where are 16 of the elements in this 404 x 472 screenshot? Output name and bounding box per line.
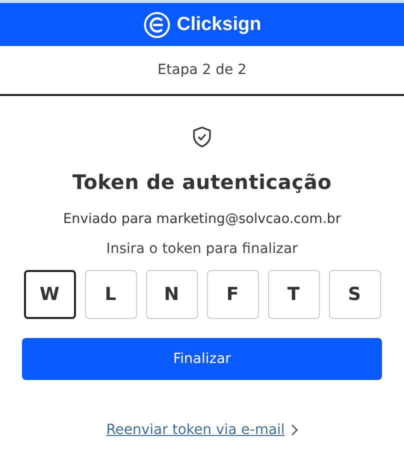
- token-input-field[interactable]: N: [146, 270, 198, 319]
- token-input-field[interactable]: W: [24, 270, 76, 319]
- token-input-field[interactable]: T: [268, 270, 320, 319]
- page-title: Token de autenticação: [72, 170, 332, 194]
- token-input-field[interactable]: S: [328, 270, 380, 319]
- resend-link[interactable]: Reenviar token via e-mail: [106, 422, 285, 438]
- shield-check-icon: [192, 126, 212, 148]
- instruction-text: Insira o token para finalizar: [106, 241, 298, 257]
- step-indicator: Etapa 2 de 2: [0, 46, 404, 96]
- chevron-right-icon: [290, 424, 298, 436]
- token-input-field[interactable]: L: [84, 270, 136, 319]
- finalize-button[interactable]: Finalizar: [22, 338, 382, 380]
- logo-icon: [142, 10, 171, 38]
- token-input-field[interactable]: F: [206, 270, 258, 319]
- sent-to-text: Enviado para marketing@solvcao.com.br: [63, 211, 341, 227]
- logo-text: Clicksign: [176, 14, 262, 36]
